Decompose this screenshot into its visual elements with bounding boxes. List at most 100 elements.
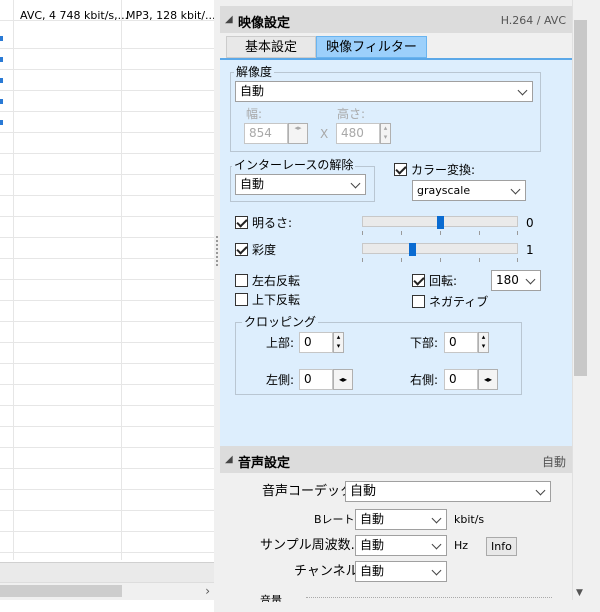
crop-right-stepper[interactable]: ◂▸ — [478, 369, 498, 390]
saturation-slider-thumb[interactable] — [409, 243, 416, 256]
color-convert-checkbox[interactable] — [394, 163, 407, 176]
flip-vertical-checkbox[interactable] — [235, 293, 248, 306]
channel-select[interactable]: 自動 — [355, 561, 447, 582]
table-row[interactable] — [0, 364, 214, 385]
table-row[interactable] — [0, 175, 214, 196]
table-row[interactable] — [0, 112, 214, 133]
table-row[interactable] — [0, 490, 214, 511]
crop-top-input[interactable]: 0 — [299, 332, 333, 353]
crop-bottom-input[interactable]: 0 — [444, 332, 478, 353]
tab-video-filter[interactable]: 映像フィルター — [316, 36, 427, 58]
slider-tick — [362, 231, 363, 235]
audio-summary: 自動 — [541, 455, 566, 469]
width-label: 幅: — [246, 107, 263, 121]
table-row[interactable] — [0, 217, 214, 238]
info-button[interactable]: Info — [486, 537, 517, 556]
column-divider — [13, 0, 14, 560]
rotate-checkbox[interactable] — [412, 274, 425, 287]
spin-left-icon: ◂▸ — [294, 124, 302, 132]
horizontal-scroll-thumb[interactable] — [0, 585, 122, 597]
table-row[interactable]: AVC, 4 748 kbit/s,... MP3, 128 kbit/... — [0, 0, 214, 22]
channel-label: チャンネル: — [294, 564, 363, 579]
table-row[interactable] — [0, 322, 214, 343]
collapse-triangle-icon[interactable]: ◢ — [225, 454, 233, 465]
table-row[interactable] — [0, 469, 214, 490]
bitrate-value: 自動 — [360, 512, 385, 526]
audio-codec-select[interactable]: 自動 — [345, 481, 551, 502]
slider-tick — [401, 258, 402, 262]
deinterlace-group-label: インターレースの解除 — [232, 158, 356, 172]
table-row[interactable] — [0, 259, 214, 280]
table-row[interactable] — [0, 238, 214, 259]
table-row[interactable] — [0, 154, 214, 175]
negative-label: ネガティブ — [429, 295, 489, 309]
color-convert-label: カラー変換: — [411, 163, 476, 177]
negative-checkbox[interactable] — [412, 295, 425, 308]
brightness-value: 0 — [526, 216, 534, 230]
crop-top-stepper[interactable]: ▴ ▾ — [333, 332, 344, 353]
chevron-down-icon — [517, 85, 528, 96]
table-row[interactable] — [0, 28, 214, 49]
spin-down-icon: ▾ — [336, 342, 341, 350]
table-row[interactable] — [0, 196, 214, 217]
table-row[interactable] — [0, 301, 214, 322]
scroll-right-icon[interactable]: › — [205, 584, 210, 598]
saturation-label: 彩度 — [252, 243, 277, 257]
resolution-select-value: 自動 — [240, 84, 265, 98]
audio-section-header[interactable]: ◢ 音声設定 自動 — [220, 446, 572, 473]
color-convert-select[interactable]: grayscale — [412, 180, 526, 201]
table-row[interactable] — [0, 91, 214, 112]
column-divider — [121, 0, 122, 560]
width-stepper[interactable]: ◂▸ — [288, 123, 308, 144]
saturation-value: 1 — [526, 243, 534, 257]
brightness-slider-thumb[interactable] — [437, 216, 444, 229]
table-row[interactable] — [0, 70, 214, 91]
list-status-bar — [0, 562, 214, 582]
collapse-triangle-icon[interactable]: ◢ — [225, 14, 233, 25]
slider-tick — [479, 258, 480, 262]
audio-section-title: 音声設定 — [238, 456, 291, 471]
height-stepper[interactable]: ▴ ▾ — [380, 123, 391, 144]
flip-horizontal-checkbox[interactable] — [235, 274, 248, 287]
video-section-header[interactable]: ◢ 映像設定 H.264 / AVC — [220, 6, 572, 33]
volume-slider[interactable] — [306, 597, 552, 601]
table-row[interactable] — [0, 532, 214, 553]
scroll-down-icon[interactable]: ▼ — [576, 588, 583, 598]
table-row[interactable] — [0, 49, 214, 70]
sample-rate-select[interactable]: 自動 — [355, 535, 447, 556]
spin-down-icon: ▾ — [383, 133, 388, 141]
table-row[interactable] — [0, 385, 214, 406]
saturation-checkbox[interactable] — [235, 243, 248, 256]
spin-left-right-icon: ◂▸ — [338, 375, 348, 384]
crop-left-label: 左側: — [266, 373, 295, 387]
table-row[interactable] — [0, 427, 214, 448]
slider-tick — [517, 258, 518, 262]
chevron-down-icon — [510, 184, 521, 195]
table-row[interactable] — [0, 448, 214, 469]
resolution-select[interactable]: 自動 — [235, 81, 533, 102]
resolution-separator: X — [320, 127, 329, 141]
table-row[interactable] — [0, 406, 214, 427]
saturation-slider[interactable] — [362, 243, 518, 254]
table-row[interactable] — [0, 133, 214, 154]
row-marker — [0, 78, 3, 83]
crop-left-input[interactable]: 0 — [299, 369, 333, 390]
table-row[interactable] — [0, 343, 214, 364]
crop-bottom-stepper[interactable]: ▴ ▾ — [478, 332, 489, 353]
bitrate-select[interactable]: 自動 — [355, 509, 447, 530]
deinterlace-select[interactable]: 自動 — [235, 174, 366, 195]
crop-left-stepper[interactable]: ◂▸ — [333, 369, 353, 390]
video-codec-summary: H.264 / AVC — [500, 14, 566, 27]
rotate-select[interactable]: 180 — [491, 270, 541, 291]
rotate-select-value: 180 — [496, 273, 519, 287]
vertical-scroll-thumb[interactable] — [574, 20, 587, 376]
width-input[interactable]: 854 — [244, 123, 288, 144]
slider-tick — [479, 231, 480, 235]
spin-up-icon: ▴ — [481, 333, 486, 341]
brightness-checkbox[interactable] — [235, 216, 248, 229]
height-input[interactable]: 480 — [336, 123, 380, 144]
tab-basic-settings[interactable]: 基本設定 — [226, 36, 316, 58]
table-row[interactable] — [0, 511, 214, 532]
crop-right-input[interactable]: 0 — [444, 369, 478, 390]
table-row[interactable] — [0, 280, 214, 301]
